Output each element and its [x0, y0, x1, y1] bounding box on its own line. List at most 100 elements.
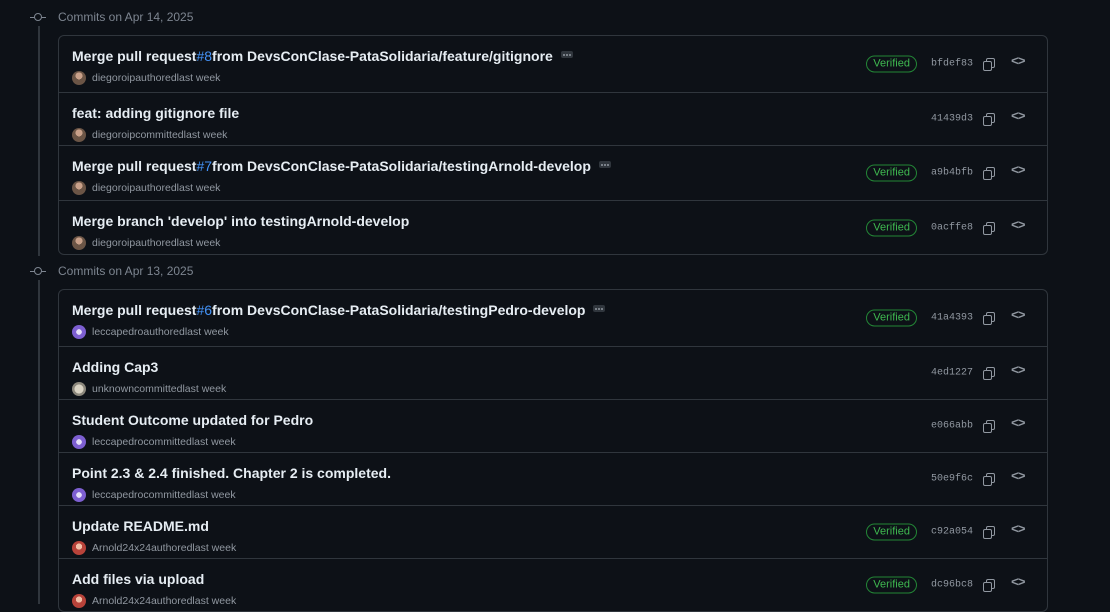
commit-title-link[interactable]: Merge branch 'develop' into testingArnol…: [72, 213, 409, 229]
commit-group-title: Commits on Apr 14, 2025: [58, 10, 194, 24]
verified-badge[interactable]: Verified: [866, 309, 917, 327]
code-icon[interactable]: <>: [1011, 218, 1027, 236]
ellipsis-icon[interactable]: [560, 50, 573, 58]
pull-request-link[interactable]: #8: [196, 48, 212, 64]
code-icon[interactable]: <>: [1011, 522, 1027, 540]
commit-sha-link[interactable]: bfdef83: [931, 59, 973, 70]
commit-message: Add files via upload: [72, 571, 204, 587]
avatar[interactable]: [72, 325, 86, 339]
verified-badge[interactable]: Verified: [866, 576, 917, 594]
author-link[interactable]: unknown: [92, 383, 134, 395]
commit-row: Student Outcome updated for Pedro leccape…: [59, 399, 1047, 452]
author-link[interactable]: leccapedro: [92, 489, 143, 501]
ellipsis-icon[interactable]: [598, 160, 611, 168]
pull-request-link[interactable]: #6: [196, 302, 212, 318]
pull-request-link[interactable]: #7: [196, 158, 212, 174]
commit-meta: diegoroip authored last week: [72, 181, 220, 195]
timeline-line-2: [38, 280, 40, 604]
commit-message: Student Outcome updated for Pedro: [72, 412, 313, 428]
code-icon[interactable]: <>: [1011, 469, 1027, 487]
avatar[interactable]: [72, 181, 86, 195]
copy-icon[interactable]: [981, 111, 997, 127]
commit-title-link-rest[interactable]: from DevsConClase-PataSolidaria/testingA…: [212, 158, 591, 174]
commit-sha-link[interactable]: e066abb: [931, 421, 973, 432]
commit-row: Point 2.3 & 2.4 finished. Chapter 2 is c…: [59, 452, 1047, 505]
avatar[interactable]: [72, 71, 86, 85]
avatar[interactable]: [72, 435, 86, 449]
avatar[interactable]: [72, 236, 86, 250]
commit-title-link[interactable]: Merge pull request: [72, 158, 196, 174]
author-link[interactable]: diegoroip: [92, 237, 135, 249]
commit-meta: diegoroip committed last week: [72, 128, 227, 142]
commit-title-link-rest[interactable]: from DevsConClase-PataSolidaria/testingP…: [212, 302, 585, 318]
commit-action: committed: [143, 436, 192, 448]
commit-sha-link[interactable]: 50e9f6c: [931, 474, 973, 485]
commit-meta: Arnold24x24 authored last week: [72, 541, 236, 555]
commit-sha-link[interactable]: 0acffe8: [931, 222, 973, 233]
copy-icon[interactable]: [981, 310, 997, 326]
commit-title-link[interactable]: Merge pull request: [72, 302, 196, 318]
avatar[interactable]: [72, 128, 86, 142]
commit-row: Merge pull request #8 from DevsConClase-…: [59, 36, 1047, 92]
commit-meta: leccapedro committed last week: [72, 435, 236, 449]
author-link[interactable]: leccapedro: [92, 326, 143, 338]
commit-meta: leccapedro authored last week: [72, 325, 229, 339]
author-link[interactable]: Arnold24x24: [92, 595, 151, 607]
copy-icon[interactable]: [981, 220, 997, 236]
code-icon[interactable]: <>: [1011, 363, 1027, 381]
commit-title-link[interactable]: Add files via upload: [72, 571, 204, 587]
commit-sha-link[interactable]: c92a054: [931, 527, 973, 538]
code-icon[interactable]: <>: [1011, 109, 1027, 127]
copy-icon[interactable]: [981, 165, 997, 181]
commit-title-link[interactable]: Student Outcome updated for Pedro: [72, 412, 313, 428]
commit-meta: leccapedro committed last week: [72, 488, 236, 502]
code-icon[interactable]: <>: [1011, 308, 1027, 326]
copy-icon[interactable]: [981, 524, 997, 540]
commit-sha-link[interactable]: dc96bc8: [931, 580, 973, 591]
commit-sha-link[interactable]: 41439d3: [931, 114, 973, 125]
commit-message: Point 2.3 & 2.4 finished. Chapter 2 is c…: [72, 465, 391, 481]
commit-title-link[interactable]: feat: adding gitignore file: [72, 105, 239, 121]
code-icon[interactable]: <>: [1011, 54, 1027, 72]
code-icon[interactable]: <>: [1011, 163, 1027, 181]
verified-badge[interactable]: Verified: [866, 219, 917, 236]
commit-action: authored: [143, 326, 185, 338]
commit-title-link[interactable]: Update README.md: [72, 518, 209, 534]
verified-badge[interactable]: Verified: [866, 523, 917, 541]
commit-row: Update README.md Arnold24x24 authored las…: [59, 505, 1047, 558]
commit-sha-link[interactable]: 4ed1227: [931, 368, 973, 379]
copy-icon[interactable]: [981, 471, 997, 487]
avatar[interactable]: [72, 382, 86, 396]
copy-icon[interactable]: [981, 56, 997, 72]
commit-time: last week: [182, 383, 227, 395]
code-icon[interactable]: <>: [1011, 575, 1027, 593]
author-link[interactable]: leccapedro: [92, 436, 143, 448]
commit-title-link[interactable]: Merge pull request: [72, 48, 196, 64]
commit-list: Merge pull request #6 from DevsConClase-…: [58, 289, 1048, 612]
ellipsis-icon[interactable]: [593, 304, 606, 312]
copy-icon[interactable]: [981, 365, 997, 381]
author-link[interactable]: diegoroip: [92, 72, 135, 84]
verified-badge[interactable]: Verified: [866, 55, 917, 73]
avatar[interactable]: [72, 541, 86, 555]
commit-list: Merge pull request #8 from DevsConClase-…: [58, 35, 1048, 255]
commit-sha-link[interactable]: 41a4393: [931, 313, 973, 324]
commit-action: authored: [150, 595, 193, 607]
commit-title-link[interactable]: Point 2.3 & 2.4 finished. Chapter 2 is c…: [72, 465, 391, 481]
avatar[interactable]: [72, 488, 86, 502]
commit-title-link[interactable]: Adding Cap3: [72, 359, 158, 375]
copy-icon[interactable]: [981, 418, 997, 434]
commit-sha-link[interactable]: a9b4bfb: [931, 168, 973, 179]
commit-message: Update README.md: [72, 518, 209, 534]
copy-icon[interactable]: [981, 577, 997, 593]
verified-badge[interactable]: Verified: [866, 164, 917, 182]
commit-action: committed: [135, 129, 184, 141]
author-link[interactable]: diegoroip: [92, 129, 135, 141]
timeline-line-1: [38, 26, 40, 256]
code-icon[interactable]: <>: [1011, 416, 1027, 434]
commit-title-link-rest[interactable]: from DevsConClase-PataSolidaria/feature/…: [212, 48, 553, 64]
author-link[interactable]: diegoroip: [92, 182, 135, 194]
commit-action: committed: [143, 489, 192, 501]
avatar[interactable]: [72, 594, 86, 608]
author-link[interactable]: Arnold24x24: [92, 542, 151, 554]
